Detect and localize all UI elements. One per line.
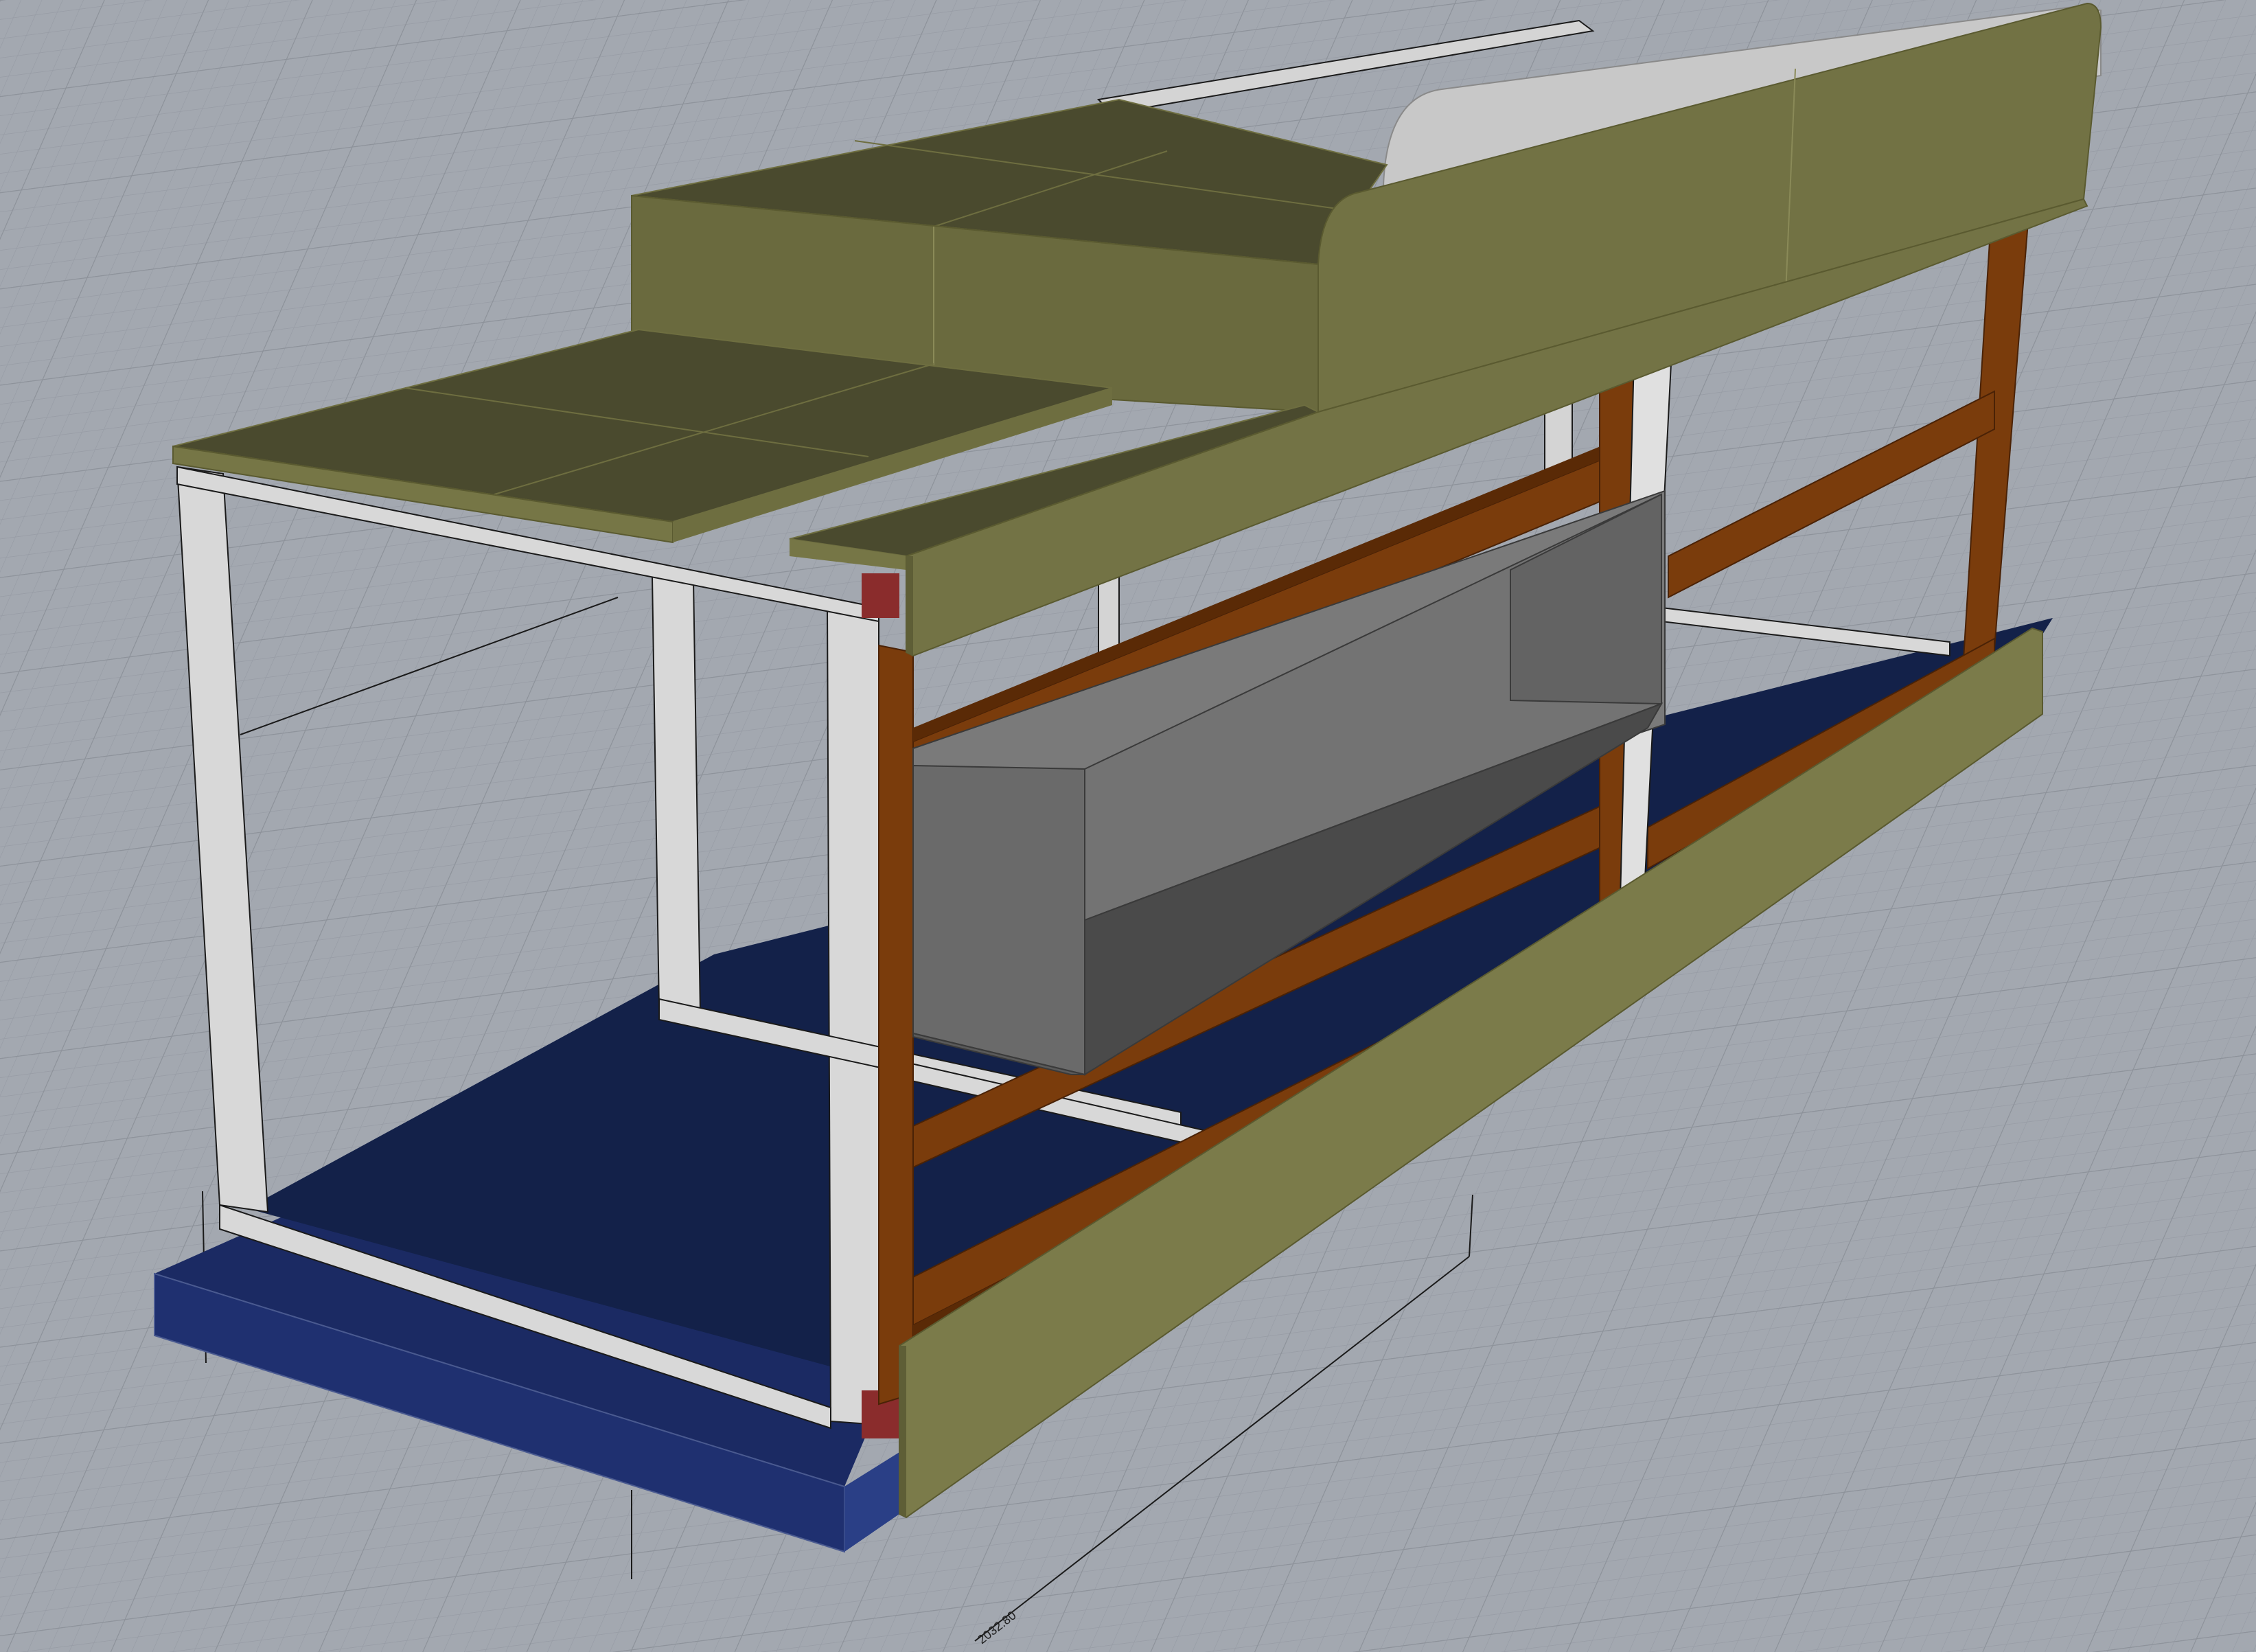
viewport-canvas[interactable]: 2032.80 [0, 0, 2256, 1652]
3d-viewport[interactable]: 2032.80 [0, 0, 2256, 1652]
